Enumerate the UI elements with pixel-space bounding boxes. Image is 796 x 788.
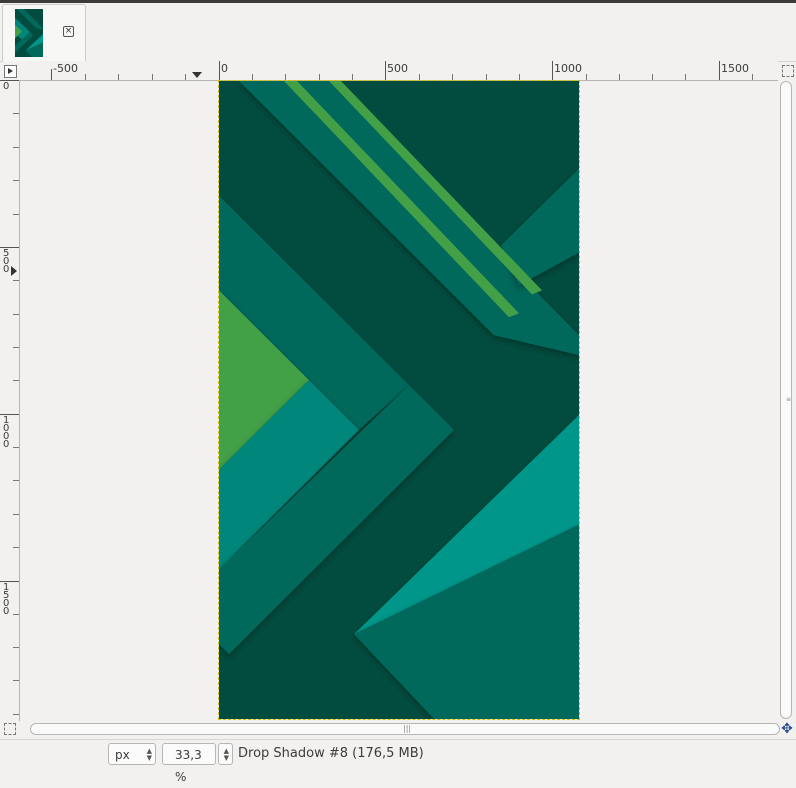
pointer-marker-icon xyxy=(192,72,202,78)
ruler-label: 1500 xyxy=(721,62,749,75)
horizontal-scroll-thumb[interactable]: ||| xyxy=(30,723,780,735)
horizontal-scrollbar[interactable]: ||| xyxy=(20,721,780,737)
vertical-scrollbar[interactable]: ≡ xyxy=(778,81,794,721)
status-message: Drop Shadow #8 (176,5 MB) xyxy=(238,746,424,761)
close-icon[interactable]: × xyxy=(63,26,74,37)
image-thumbnail xyxy=(15,9,43,57)
ruler-label: 1000 xyxy=(554,62,582,75)
ruler-label: 1500 xyxy=(3,582,10,617)
ruler-label: 500 xyxy=(387,62,408,75)
chevron-updown-icon: ▲ ▼ xyxy=(223,747,229,762)
unit-selector[interactable]: px ▲ ▼ xyxy=(108,743,156,765)
ruler-label: 1000 xyxy=(3,415,10,450)
chevron-updown-icon: ▲ ▼ xyxy=(146,747,152,762)
image-canvas-area[interactable] xyxy=(20,80,778,721)
pointer-marker-icon xyxy=(11,266,17,276)
zoom-dropdown[interactable]: ▲ ▼ xyxy=(218,743,233,765)
zoom-to-fit-icon[interactable] xyxy=(782,65,794,77)
grip-icon: ≡ xyxy=(786,396,792,403)
ruler-label: 0 xyxy=(221,62,228,75)
unit-value: px xyxy=(115,748,130,762)
image-canvas[interactable] xyxy=(218,80,580,720)
ruler-label: -500 xyxy=(53,62,78,75)
quick-menu-button[interactable] xyxy=(4,65,17,78)
zoom-input[interactable]: 33,3 % xyxy=(162,743,216,784)
quick-mask-toggle-icon[interactable] xyxy=(4,723,16,735)
ruler-label: 0 xyxy=(3,81,10,92)
status-bar: px ▲ ▼ 33,3 % ▲ ▼ Drop Shadow #8 (176,5 MB… xyxy=(0,739,796,784)
horizontal-ruler[interactable]: -500 0 500 1000 1500 xyxy=(20,61,778,81)
grip-icon: ||| xyxy=(403,724,412,733)
vertical-scroll-thumb[interactable]: ≡ xyxy=(780,81,792,719)
zoom-value: 33,3 % xyxy=(175,748,202,784)
vertical-ruler[interactable]: 0 500 1000 1500 xyxy=(0,80,20,721)
image-tab[interactable]: × xyxy=(2,4,86,62)
navigate-icon[interactable]: ✥ xyxy=(780,722,794,736)
image-tab-strip: × xyxy=(0,3,796,62)
ruler-label: 500 xyxy=(3,248,10,275)
